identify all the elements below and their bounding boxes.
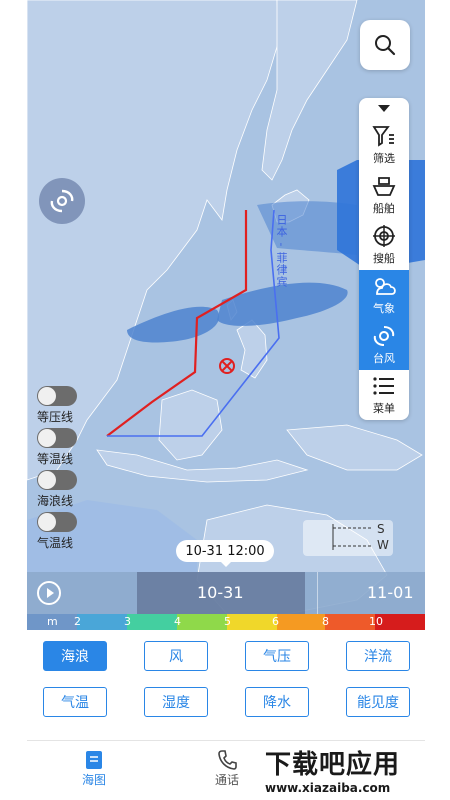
- time-bubble: 10-31 12:00: [176, 540, 274, 567]
- tool-search-ship[interactable]: 搜船: [359, 220, 409, 270]
- toggle-label: 气温线: [37, 536, 74, 550]
- app-screen: 日本 - 菲律宾 筛选 船舶 搜船 气象 台风 菜单 等压线 等温线 海浪线 气…: [27, 0, 425, 800]
- layer-humidity-button[interactable]: 湿度: [144, 687, 208, 717]
- timeline-bar[interactable]: 10-31 11-01: [27, 572, 425, 614]
- caret-down-icon: [378, 105, 390, 112]
- target-icon: [373, 225, 395, 247]
- menu-icon: [373, 377, 394, 395]
- toggle-label: 等压线: [37, 410, 74, 424]
- layer-wind-button[interactable]: 风: [144, 641, 208, 671]
- wave-line-switch[interactable]: [37, 470, 77, 490]
- watermark-text: 下载吧应用: [265, 750, 401, 780]
- layer-precipitation-button[interactable]: 降水: [245, 687, 309, 717]
- legend-value: 2: [74, 615, 81, 628]
- timeline-current-date: 10-31: [197, 583, 244, 602]
- phone-icon: [218, 750, 237, 770]
- tool-label: 搜船: [373, 252, 395, 265]
- legend-value: 8: [322, 615, 329, 628]
- layer-current-button[interactable]: 洋流: [346, 641, 410, 671]
- temp-line-switch[interactable]: [37, 512, 77, 532]
- route-label: 日本 - 菲律宾: [275, 214, 288, 288]
- tool-ship[interactable]: 船舶: [359, 170, 409, 220]
- scale-w-label: W: [377, 538, 389, 552]
- tool-label: 气象: [373, 302, 395, 315]
- legend-seg: [277, 614, 325, 630]
- toggle-wave-line[interactable]: 海浪线: [37, 470, 77, 509]
- layer-wave-button[interactable]: 海浪: [43, 641, 107, 671]
- legend-value: 6: [272, 615, 279, 628]
- tool-weather[interactable]: 气象: [359, 270, 409, 320]
- search-icon: [375, 35, 396, 56]
- play-button[interactable]: [37, 581, 61, 605]
- wave-legend: m 2 3 4 5 6 8 10: [27, 614, 425, 630]
- toggle-isotherm[interactable]: 等温线: [37, 428, 77, 467]
- toggle-isobar[interactable]: 等压线: [37, 386, 77, 425]
- collapse-caret[interactable]: [359, 98, 409, 120]
- weather-icon: [375, 278, 396, 295]
- timeline-next-date[interactable]: 11-01: [367, 583, 414, 602]
- timeline-tick: [317, 572, 318, 614]
- legend-value: 5: [224, 615, 231, 628]
- new-guinea-island: [286, 424, 423, 471]
- legend-seg: [177, 614, 227, 630]
- tool-typhoon[interactable]: 台风: [359, 320, 409, 370]
- layer-pressure-button[interactable]: 气压: [245, 641, 309, 671]
- tool-menu[interactable]: 菜单: [359, 370, 409, 420]
- scale-s-label: S: [377, 522, 385, 536]
- typhoon-toggle-button[interactable]: [39, 178, 85, 224]
- legend-value: 3: [124, 615, 131, 628]
- map-toolbar: 筛选 船舶 搜船 气象 台风 菜单: [359, 98, 409, 420]
- tool-label: 筛选: [373, 152, 395, 165]
- map-scale: S W: [303, 520, 393, 556]
- layer-visibility-button[interactable]: 能见度: [346, 687, 410, 717]
- layer-temperature-button[interactable]: 气温: [43, 687, 107, 717]
- legend-seg: [227, 614, 277, 630]
- typhoon-icon: [373, 326, 395, 346]
- tool-filter[interactable]: 筛选: [359, 120, 409, 170]
- layer-buttons: 海浪 风 气压 洋流 气温 湿度 降水 能见度: [27, 630, 425, 736]
- nav-item-call[interactable]: 通话: [197, 749, 257, 788]
- toggle-label: 等温线: [37, 452, 74, 466]
- legend-unit: m: [47, 615, 58, 628]
- search-button[interactable]: [360, 20, 410, 70]
- isotherm-switch[interactable]: [37, 428, 77, 448]
- filter-icon: [372, 126, 394, 147]
- toggle-label: 海浪线: [37, 494, 74, 508]
- toggle-temp-line[interactable]: 气温线: [37, 512, 77, 551]
- borneo-island: [158, 389, 223, 461]
- tool-label: 菜单: [373, 402, 395, 415]
- watermark-url: www.xiazaiba.com: [265, 781, 391, 795]
- typhoon-icon: [50, 189, 74, 213]
- tool-label: 台风: [373, 352, 395, 365]
- typhoon-marker[interactable]: [219, 358, 235, 374]
- legend-value: 10: [369, 615, 383, 628]
- legend-value: 4: [174, 615, 181, 628]
- wave-zone: [217, 282, 348, 326]
- watermark: 下载吧应用 www.xiazaiba.com: [265, 744, 425, 800]
- nav-label: 通话: [214, 773, 239, 787]
- philippines-islands: [236, 319, 268, 379]
- ship-icon: [372, 177, 396, 196]
- map-icon: [86, 751, 102, 769]
- nav-label: 海图: [81, 773, 106, 787]
- legend-seg: [127, 614, 177, 630]
- legend-seg: [325, 614, 375, 630]
- nav-item-chart[interactable]: 海图: [64, 749, 124, 788]
- isobar-switch[interactable]: [37, 386, 77, 406]
- tool-label: 船舶: [373, 202, 395, 215]
- legend-seg: [77, 614, 127, 630]
